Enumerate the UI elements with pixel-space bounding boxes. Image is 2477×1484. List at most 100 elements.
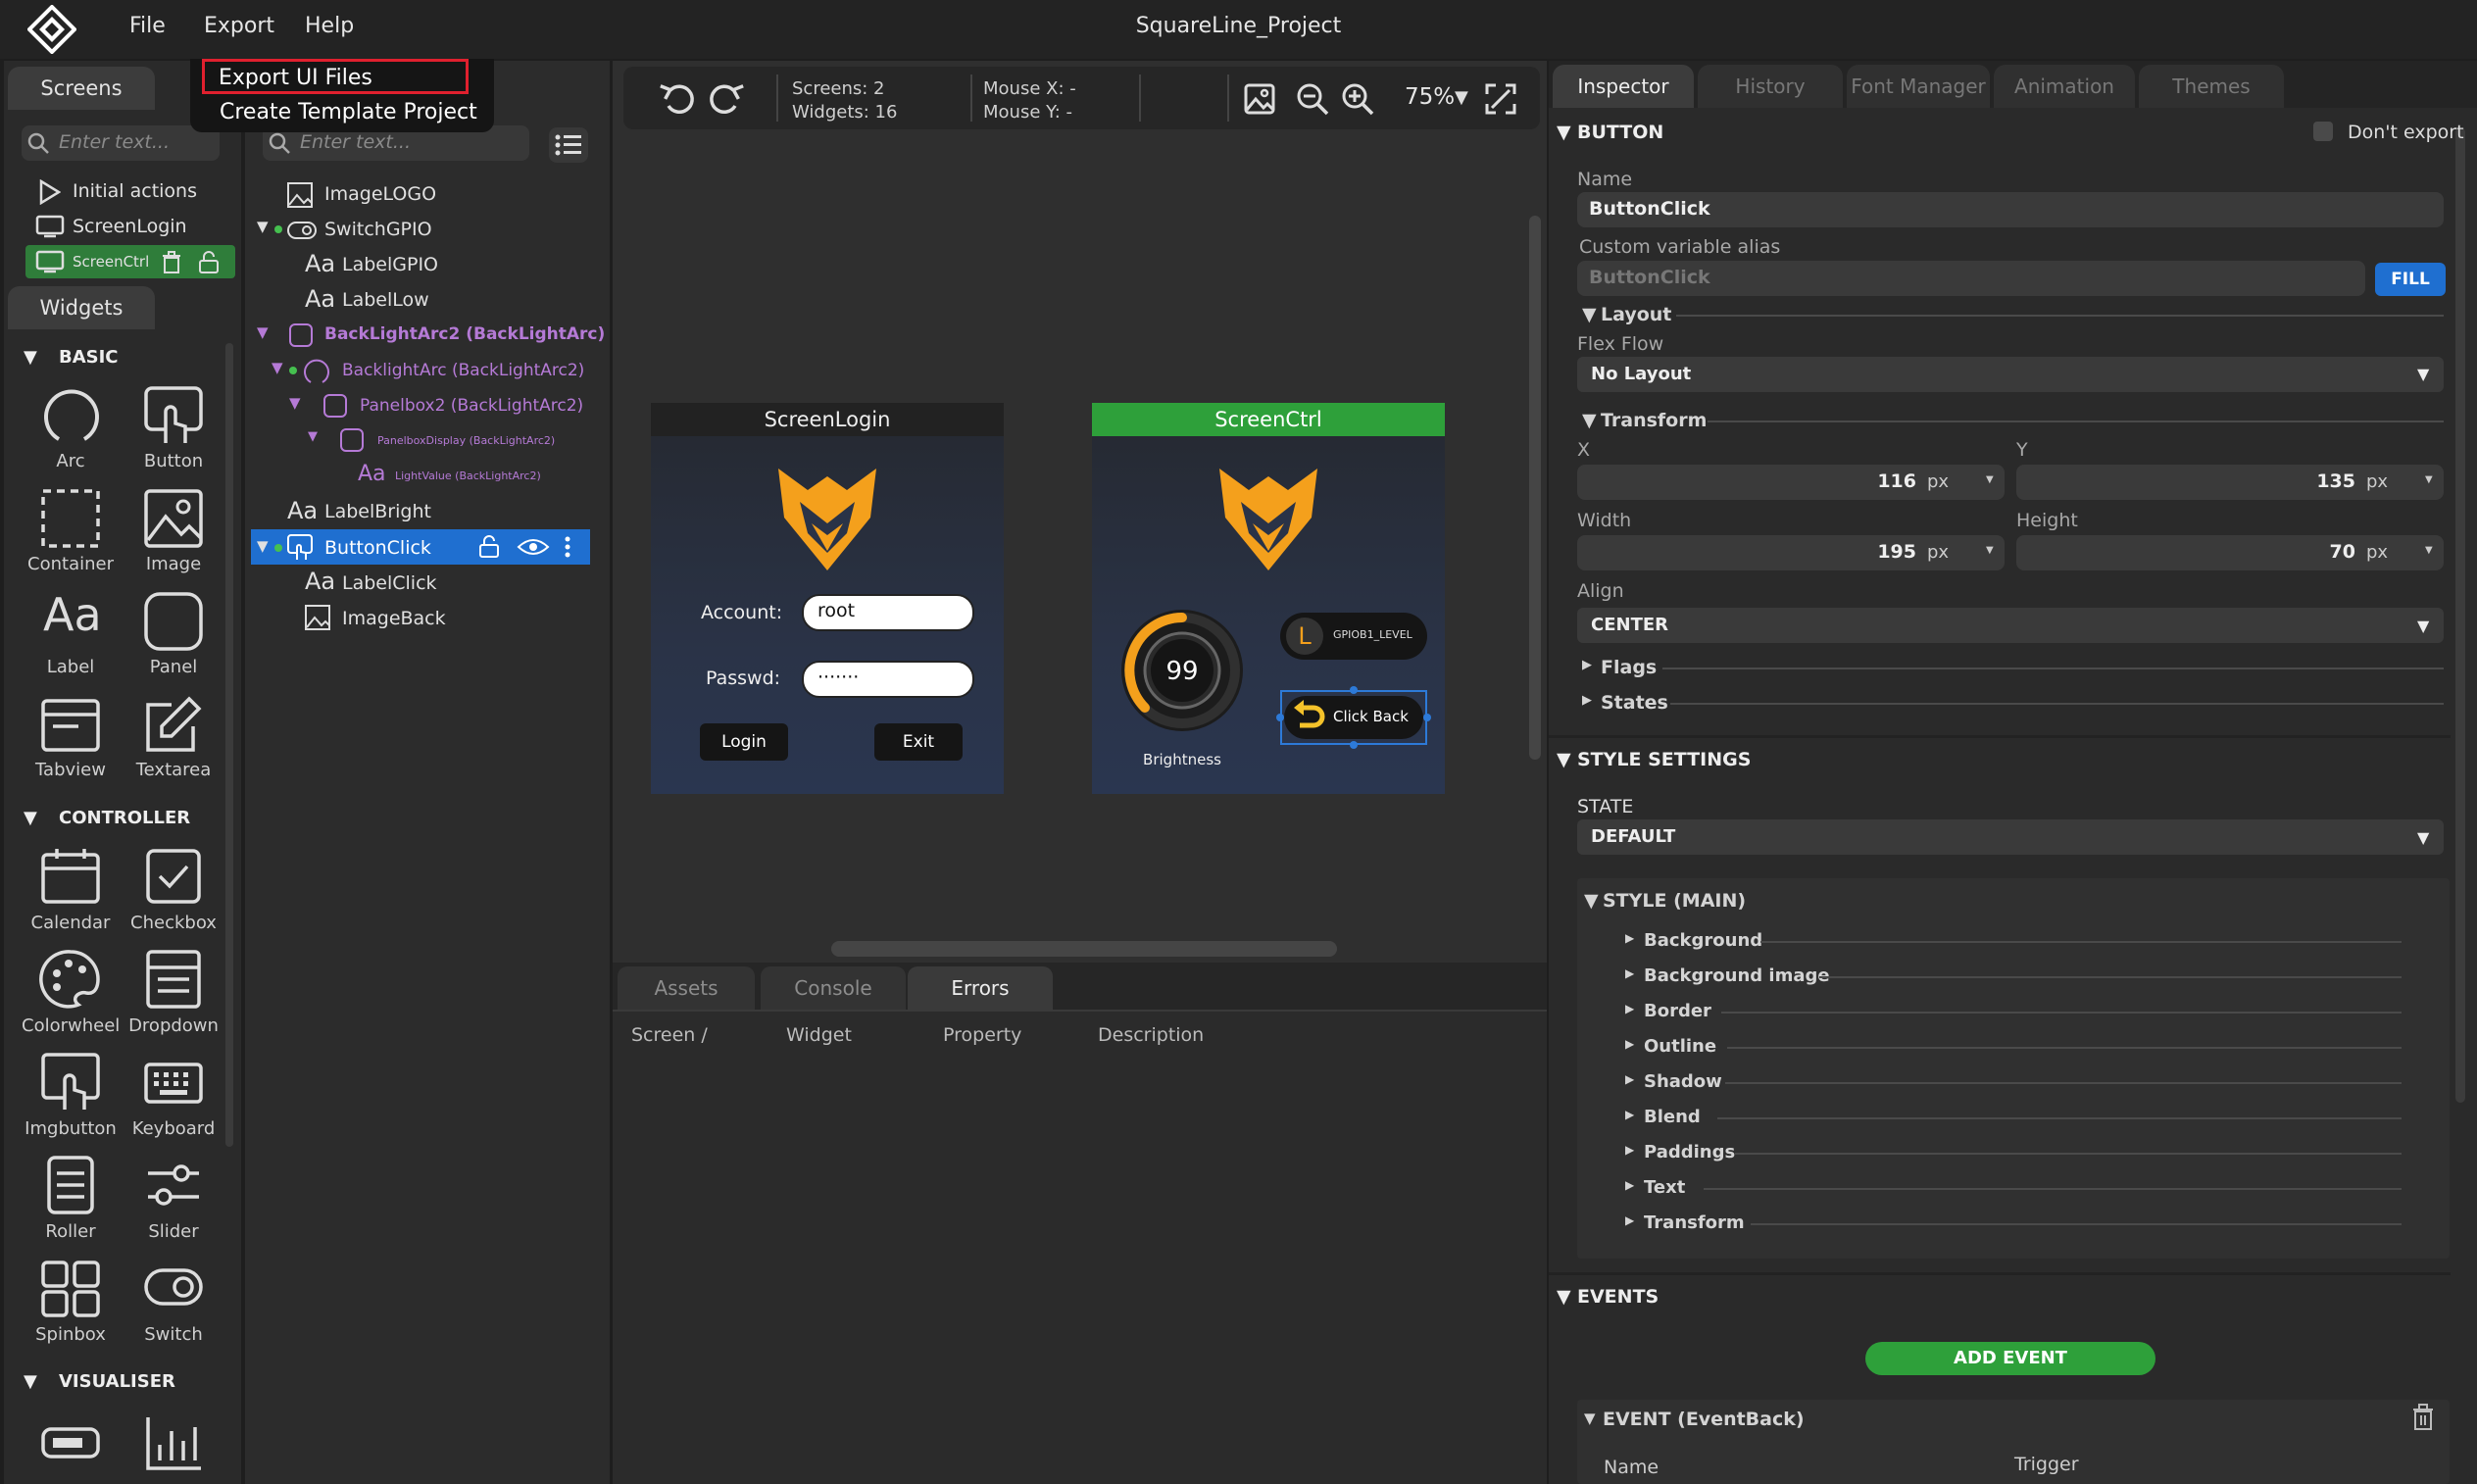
image-widget-icon[interactable] (142, 487, 205, 550)
switch-widget-icon[interactable] (142, 1257, 205, 1319)
chevron-down-icon[interactable]: ▼ (1986, 474, 1994, 485)
tab-assets[interactable]: Assets (618, 966, 755, 1010)
alias-input[interactable]: ButtonClick (1577, 261, 2365, 296)
style-item-paddings[interactable]: Paddings (1644, 1142, 1735, 1162)
login-button[interactable]: Login (700, 723, 788, 761)
unlock-icon[interactable] (198, 251, 220, 274)
section-controller[interactable]: CONTROLLER (59, 808, 190, 828)
tree-item-labelbright[interactable]: LabelBright (324, 501, 431, 522)
tree-item-labellow[interactable]: LabelLow (342, 289, 429, 311)
redo-icon[interactable] (706, 78, 745, 118)
inspector-scrollbar[interactable] (2455, 127, 2465, 1103)
expand-arrow-icon[interactable]: ▼ (257, 537, 269, 555)
undo-icon[interactable] (659, 78, 698, 118)
events-header[interactable]: EVENTS (1577, 1286, 1659, 1308)
tree-item-backlightarc2[interactable]: BackLightArc2 (BackLightArc) (324, 324, 605, 344)
keyboard-widget-icon[interactable] (142, 1051, 205, 1113)
tree-item-lightvalue[interactable]: LightValue (BackLightArc2) (395, 470, 541, 482)
tree-item-imagelogo[interactable]: ImageLOGO (324, 183, 436, 205)
screenctrl-header[interactable]: ScreenCtrl (1092, 403, 1445, 436)
label-widget-icon[interactable]: Aa (43, 588, 102, 641)
button-widget-icon[interactable] (142, 384, 205, 447)
spinbox-widget-icon[interactable] (39, 1257, 102, 1319)
x-unit[interactable]: px (1927, 471, 1949, 492)
tree-item-labelgpio[interactable]: LabelGPIO (342, 254, 438, 275)
style-item-blend[interactable]: Blend (1644, 1107, 1701, 1127)
checkbox-widget-icon[interactable] (142, 845, 205, 908)
zoom-in-icon[interactable] (1341, 82, 1374, 116)
slider-widget-icon[interactable] (142, 1154, 205, 1216)
expand-arrow-icon[interactable]: ▼ (257, 218, 269, 235)
roller-widget-icon[interactable] (39, 1154, 102, 1216)
exit-button[interactable]: Exit (874, 723, 963, 761)
menu-item-create-template-project[interactable]: Create Template Project (220, 100, 477, 124)
zoom-level-select[interactable]: 75% (1405, 84, 1455, 110)
tree-item-backlightarc[interactable]: BacklightArc (BackLightArc2) (342, 361, 584, 380)
tab-inspector[interactable]: Inspector (1553, 65, 1694, 108)
expand-arrow-icon[interactable]: ▼ (257, 323, 269, 341)
screen-item-initial-actions[interactable]: Initial actions (73, 180, 197, 202)
tab-errors[interactable]: Errors (908, 966, 1053, 1012)
add-event-button[interactable]: ADD EVENT (1865, 1342, 2155, 1375)
tab-history[interactable]: History (1698, 65, 1843, 108)
container-widget-icon[interactable] (39, 487, 102, 550)
canvas-horizontal-scrollbar[interactable] (831, 941, 1337, 957)
column-widget[interactable]: Widget (786, 1024, 852, 1046)
colorwheel-widget-icon[interactable] (39, 948, 102, 1011)
canvas-vertical-scrollbar[interactable] (1529, 216, 1541, 760)
style-item-border[interactable]: Border (1644, 1001, 1711, 1021)
unlock-icon[interactable] (478, 535, 500, 559)
panel-widget-icon[interactable] (142, 590, 205, 653)
background-image-icon[interactable] (1243, 82, 1276, 116)
trash-icon[interactable] (161, 251, 182, 274)
chevron-down-icon[interactable]: ▼ (1455, 87, 1468, 108)
tree-item-switchgpio[interactable]: SwitchGPIO (324, 219, 432, 240)
eye-icon[interactable] (517, 537, 550, 557)
trash-icon[interactable] (2411, 1404, 2435, 1431)
layout-section[interactable]: Layout (1601, 304, 1671, 325)
chevron-down-icon[interactable]: ▼ (2425, 474, 2433, 485)
expand-arrow-icon[interactable]: ▼ (272, 359, 283, 376)
zoom-out-icon[interactable] (1296, 82, 1329, 116)
bar-widget-icon[interactable] (39, 1411, 102, 1474)
arc-widget-icon[interactable] (39, 384, 102, 447)
height-unit[interactable]: px (2366, 542, 2388, 563)
tabview-widget-icon[interactable] (39, 693, 102, 756)
widgets-scrollbar[interactable] (225, 343, 233, 1147)
column-property[interactable]: Property (943, 1024, 1021, 1046)
section-basic[interactable]: BASIC (59, 347, 119, 368)
transform-section[interactable]: Transform (1601, 410, 1707, 431)
section-visualiser[interactable]: VISUALISER (59, 1371, 175, 1392)
style-item-transform[interactable]: Transform (1644, 1212, 1745, 1233)
name-input[interactable]: ButtonClick (1577, 192, 2444, 227)
screens-search-input[interactable]: Enter text... (22, 125, 220, 161)
tab-animation[interactable]: Animation (1994, 65, 2135, 108)
style-item-text[interactable]: Text (1644, 1177, 1685, 1198)
style-item-background[interactable]: Background (1644, 930, 1762, 951)
menu-item-export-ui-files[interactable]: Export UI Files (202, 59, 469, 94)
width-unit[interactable]: px (1927, 542, 1949, 563)
screen-item-screenctrl[interactable]: ScreenCtrl (73, 253, 149, 271)
chart-widget-icon[interactable] (142, 1411, 205, 1474)
column-description[interactable]: Description (1098, 1024, 1204, 1046)
imgbutton-widget-icon[interactable] (39, 1051, 102, 1113)
style-item-outline[interactable]: Outline (1644, 1036, 1716, 1057)
flags-section[interactable]: Flags (1601, 657, 1657, 678)
tree-item-buttonclick[interactable]: ButtonClick (324, 537, 431, 559)
screen-item-screenlogin[interactable]: ScreenLogin (73, 216, 187, 237)
y-unit[interactable]: px (2366, 471, 2388, 492)
expand-arrow-icon[interactable]: ▼ (289, 394, 301, 412)
tab-themes[interactable]: Themes (2139, 65, 2284, 108)
account-input[interactable]: root (802, 594, 974, 631)
expand-arrow-icon[interactable]: ▼ (308, 429, 318, 444)
style-settings-header[interactable]: STYLE SETTINGS (1577, 749, 1751, 770)
style-item-background-image[interactable]: Background image (1644, 965, 1830, 986)
state-select[interactable]: DEFAULT (1577, 819, 2444, 855)
tab-console[interactable]: Console (761, 966, 906, 1010)
tab-font-manager[interactable]: Font Manager (1847, 65, 1990, 108)
dropdown-widget-icon[interactable] (142, 948, 205, 1011)
style-item-shadow[interactable]: Shadow (1644, 1071, 1722, 1092)
chevron-down-icon[interactable]: ▼ (1986, 545, 1994, 556)
style-main-section[interactable]: STYLE (MAIN) (1603, 890, 1746, 912)
states-section[interactable]: States (1601, 692, 1668, 714)
